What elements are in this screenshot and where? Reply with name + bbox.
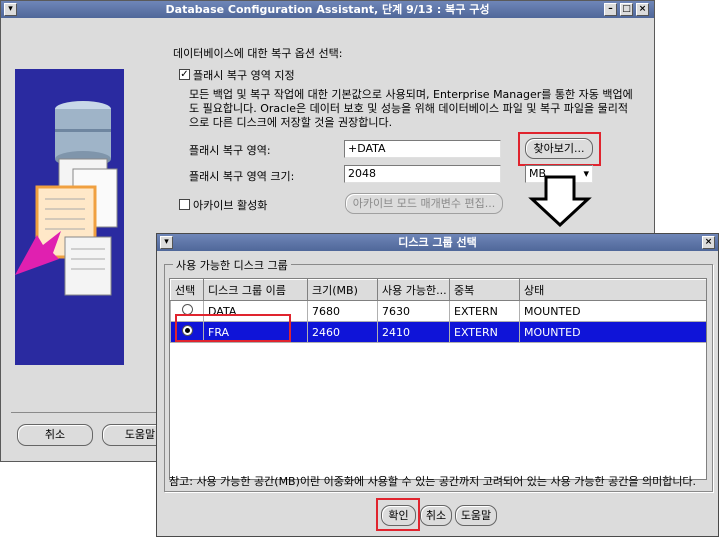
database-illustration bbox=[15, 101, 118, 296]
dialog-note: 참고: 사용 가능한 공간(MB)이란 이중화에 사용할 수 있는 공간까지 고… bbox=[169, 475, 697, 488]
cell-status: MOUNTED bbox=[519, 321, 706, 343]
ok-button[interactable]: 확인 bbox=[381, 505, 416, 526]
description-text: 모든 백업 및 복구 작업에 대한 기본값으로 사용되며, Enterprise… bbox=[189, 88, 633, 129]
column-header-select[interactable]: 선택 bbox=[170, 279, 204, 301]
document-icons bbox=[35, 158, 118, 296]
close-icon[interactable]: × bbox=[636, 3, 649, 16]
flash-recovery-checkbox[interactable]: ✓ bbox=[179, 69, 190, 80]
dialog-help-button[interactable]: 도움말 bbox=[455, 505, 497, 526]
column-header-size[interactable]: 크기(MB) bbox=[307, 279, 378, 301]
illustration-panel bbox=[15, 69, 124, 365]
flash-area-label: 플래시 복구 영역: bbox=[189, 144, 271, 157]
flash-size-label: 플래시 복구 영역 크기: bbox=[189, 170, 295, 183]
dialog-close-icon[interactable]: × bbox=[702, 236, 715, 249]
title-bar: ▾ Database Configuration Assistant, 단계 9… bbox=[1, 1, 654, 18]
cell-redundancy: EXTERN bbox=[449, 321, 520, 343]
column-header-redundancy[interactable]: 중복 bbox=[449, 279, 520, 301]
archive-params-button[interactable]: 아카이브 모드 매개변수 편집... bbox=[345, 193, 503, 214]
dialog-title-bar: ▾ 디스크 그룹 선택 × bbox=[157, 234, 718, 251]
flash-recovery-checkbox-label: 플래시 복구 영역 지정 bbox=[193, 69, 295, 82]
minimize-icon[interactable]: – bbox=[604, 3, 617, 16]
flash-size-input[interactable]: 2048 bbox=[344, 165, 501, 183]
archive-checkbox[interactable] bbox=[179, 199, 190, 210]
column-header-status[interactable]: 상태 bbox=[519, 279, 706, 301]
cell-free: 2410 bbox=[377, 321, 450, 343]
column-header-free[interactable]: 사용 가능한... bbox=[377, 279, 450, 301]
cell-redundancy: EXTERN bbox=[449, 300, 520, 322]
table-header-row: 선택 디스크 그룹 이름 크기(MB) 사용 가능한... 중복 상태 bbox=[170, 279, 706, 301]
cell-status: MOUNTED bbox=[519, 300, 706, 322]
dialog-title: 디스크 그룹 선택 bbox=[398, 236, 477, 249]
cell-size: 2460 bbox=[307, 321, 378, 343]
disk-group-frame-label: 사용 가능한 디스크 그룹 bbox=[173, 257, 291, 273]
maximize-icon[interactable]: □ bbox=[620, 3, 633, 16]
disk-group-dialog: ▾ 디스크 그룹 선택 × 사용 가능한 디스크 그룹 선택 디스크 그룹 이름… bbox=[156, 233, 719, 537]
browse-button[interactable]: 찾아보기... bbox=[525, 138, 593, 159]
cell-size: 7680 bbox=[307, 300, 378, 322]
down-arrow-graphic bbox=[528, 175, 592, 227]
section-label: 데이터베이스에 대한 복구 옵션 선택: bbox=[173, 47, 343, 60]
dialog-cancel-button[interactable]: 취소 bbox=[420, 505, 452, 526]
column-header-name[interactable]: 디스크 그룹 이름 bbox=[203, 279, 308, 301]
disk-group-table-area: 선택 디스크 그룹 이름 크기(MB) 사용 가능한... 중복 상태 DATA… bbox=[169, 278, 707, 480]
selection-highlight bbox=[175, 314, 291, 342]
archive-checkbox-label: 아카이브 활성화 bbox=[193, 199, 268, 212]
cell-free: 7630 bbox=[377, 300, 450, 322]
cancel-button[interactable]: 취소 bbox=[17, 424, 93, 446]
flash-area-input[interactable]: +DATA bbox=[344, 140, 501, 158]
window-title: Database Configuration Assistant, 단계 9/1… bbox=[165, 3, 490, 16]
